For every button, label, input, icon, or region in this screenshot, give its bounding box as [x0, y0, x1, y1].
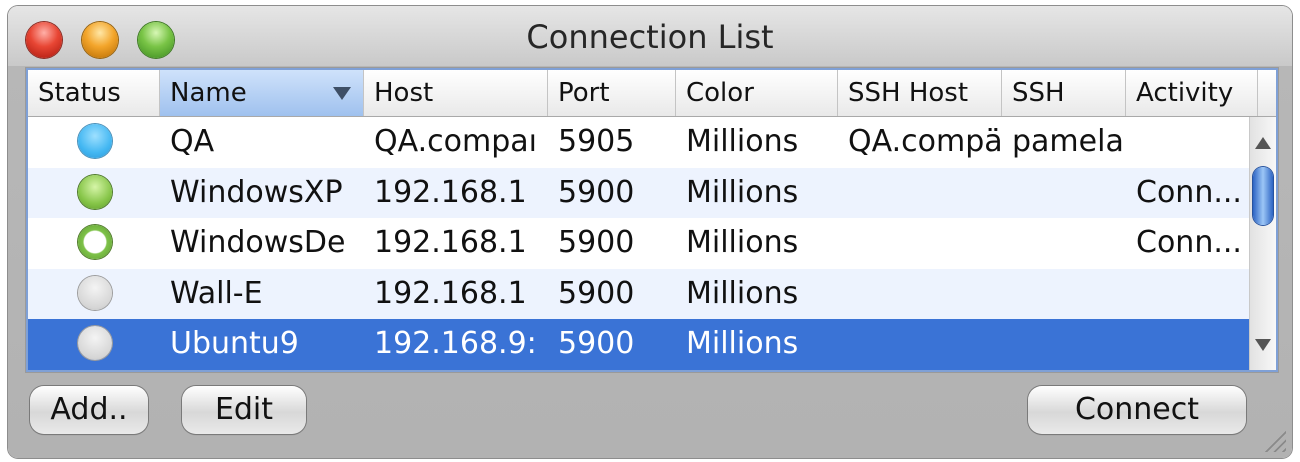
table-body: QA QA.compaı 5905 Millions QA.compä pame…: [28, 117, 1250, 370]
row-ssh: [1002, 168, 1126, 219]
row-ssh: [1002, 269, 1126, 320]
column-header-color[interactable]: Color: [676, 70, 838, 116]
row-port: 5905: [558, 124, 635, 159]
status-gray-dot-icon: [78, 326, 112, 361]
row-name: WindowsXP: [170, 174, 343, 210]
row-color: Millions: [686, 326, 799, 362]
row-host: QA.compaı: [374, 124, 537, 159]
table-row[interactable]: QA QA.compaı 5905 Millions QA.compä pame…: [28, 117, 1250, 168]
status-gray-dot-icon: [78, 275, 112, 310]
row-host: 192.168.1: [374, 225, 527, 261]
row-color: Millions: [686, 174, 799, 210]
resize-grip-icon[interactable]: [1264, 430, 1286, 452]
table-row[interactable]: WindowsXP 192.168.1 5900 Millions Conn..…: [28, 167, 1250, 219]
row-activity: [1126, 319, 1250, 370]
row-host: 192.168.1: [374, 174, 527, 210]
row-ssh-host: QA.compä: [848, 124, 1002, 159]
connection-list-window: Connection List Status Name Host Port Co…: [8, 6, 1292, 458]
row-activity: [1126, 117, 1250, 168]
column-header-ssh-host[interactable]: SSH Host: [838, 70, 1002, 116]
status-blue-dot-icon: [78, 124, 112, 158]
row-name: WindowsDe: [170, 225, 346, 261]
row-color: Millions: [686, 275, 799, 311]
column-header-status[interactable]: Status: [28, 70, 160, 116]
row-port: 5900: [558, 275, 635, 311]
column-header-port[interactable]: Port: [548, 70, 676, 116]
connection-table: Status Name Host Port Color SSH Host SSH…: [28, 70, 1276, 370]
row-name: QA: [170, 124, 215, 159]
row-port: 5900: [558, 225, 635, 261]
window-title: Connection List: [526, 18, 774, 56]
row-activity: [1126, 269, 1250, 320]
row-activity: Conn...: [1136, 174, 1242, 210]
column-header-activity[interactable]: Activity: [1126, 70, 1258, 116]
connect-button[interactable]: Connect: [1028, 386, 1246, 434]
row-port: 5900: [558, 326, 635, 362]
row-ssh-host: [838, 319, 1002, 370]
row-port: 5900: [558, 174, 635, 210]
row-activity: Conn...: [1136, 225, 1242, 261]
sort-descending-icon: [333, 87, 351, 100]
column-header-name-label: Name: [170, 78, 247, 108]
status-green-ring-icon: [78, 225, 112, 260]
column-header-host[interactable]: Host: [364, 70, 548, 116]
column-header-name[interactable]: Name: [160, 70, 364, 116]
row-name: Ubuntu9: [170, 326, 299, 362]
table-row-selected[interactable]: Ubuntu9 192.168.9: 5900 Millions: [28, 319, 1250, 370]
row-name: Wall-E: [170, 275, 263, 311]
row-ssh: [1002, 218, 1126, 269]
scroll-up-arrow-icon[interactable]: [1255, 137, 1271, 149]
row-host: 192.168.9:: [374, 326, 537, 362]
row-color: Millions: [686, 124, 799, 159]
table-header: Status Name Host Port Color SSH Host SSH…: [28, 70, 1276, 117]
edit-button[interactable]: Edit: [182, 386, 306, 434]
column-header-ssh[interactable]: SSH: [1002, 70, 1126, 116]
vertical-scrollbar[interactable]: [1249, 117, 1276, 370]
table-row[interactable]: WindowsDe 192.168.1 5900 Millions Conn..…: [28, 218, 1250, 269]
row-host: 192.168.1: [374, 275, 527, 311]
add-button[interactable]: Add..: [30, 386, 148, 434]
row-ssh-host: [838, 269, 1002, 320]
row-color: Millions: [686, 225, 799, 261]
row-ssh: [1002, 319, 1126, 370]
scroll-down-arrow-icon[interactable]: [1255, 339, 1271, 351]
row-ssh-host: [838, 218, 1002, 269]
row-ssh-host: [838, 168, 1002, 219]
scroll-thumb[interactable]: [1253, 167, 1273, 225]
table-row[interactable]: Wall-E 192.168.1 5900 Millions: [28, 268, 1250, 320]
row-ssh: pamela: [1012, 124, 1124, 159]
status-green-dot-icon: [78, 174, 112, 209]
title-bar[interactable]: Connection List: [8, 6, 1292, 68]
